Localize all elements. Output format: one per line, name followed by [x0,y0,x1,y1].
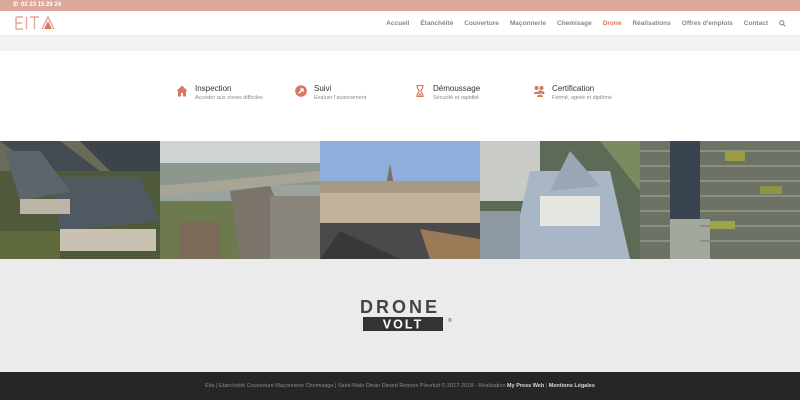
phone-contact[interactable]: ✆ 02 23 15 29 24 [13,1,61,10]
phone-number: 02 23 15 29 24 [21,2,62,8]
feature-certification: Certification Formé, agréé et diplômé [533,84,612,103]
gallery-photo-tower-roof[interactable] [480,141,640,259]
main-nav: Accueil Étanchéité Couverture Maçonnerie… [386,11,786,35]
site-header: Accueil Étanchéité Couverture Maçonnerie… [0,11,800,36]
partner-line1: DRONE [360,297,440,317]
phone-icon: ✆ [13,2,19,8]
partner-section: DRONE VOLT ® [0,259,800,372]
feature-subtitle: Sécurité et rapidité [433,95,479,101]
top-bar: ✆ 02 23 15 29 24 [0,0,800,11]
footer-link-mentions[interactable]: Mentions Légales [549,383,595,389]
footer-text: Eita | Etanchéité Couverture Maçonnerie … [205,383,506,389]
nav-offres-emplois[interactable]: Offres d'emplois [682,20,733,27]
nav-realisations[interactable]: Réalisations [632,20,670,27]
gallery-photo-roofs[interactable] [0,141,160,259]
dronevolt-logo[interactable]: DRONE VOLT ® [336,297,464,335]
nav-maconnerie[interactable]: Maçonnerie [510,20,546,27]
feature-subtitle: Formé, agréé et diplômé [552,95,612,101]
nav-etancheite[interactable]: Étanchéité [420,20,453,27]
footer-separator: | [545,383,548,389]
partner-line2: VOLT [383,318,423,332]
site-logo[interactable] [15,16,59,30]
gallery-photo-mossy-tiles[interactable] [640,141,800,259]
gallery-photo-viaduct[interactable] [160,141,320,259]
feature-subtitle: Accéder aux zones difficiles [195,95,263,101]
feature-subtitle: Evaluer l'avancement [314,95,367,101]
nav-chemisage[interactable]: Chemisage [557,20,592,27]
hourglass-icon [416,85,424,97]
feature-title: Démoussage [433,84,481,93]
nav-contact[interactable]: Contact [744,20,768,27]
photo-gallery [0,141,800,259]
features-section: Inspection Accéder aux zones difficiles … [0,51,800,140]
search-icon[interactable] [779,19,786,27]
feature-title: Certification [552,84,595,93]
nav-couverture[interactable]: Couverture [464,20,499,27]
footer-credits: Eita | Etanchéité Couverture Maçonnerie … [205,383,595,389]
nav-drone[interactable]: Drone [603,20,622,27]
feature-demoussage: Démoussage Sécurité et rapidité [414,84,480,103]
group-icon [533,86,545,97]
registered-mark: ® [448,317,452,324]
feature-inspection: Inspection Accéder aux zones difficiles [176,84,263,103]
site-footer: Eita | Etanchéité Couverture Maçonnerie … [0,372,800,400]
feature-suivi: Suivi Evaluer l'avancement [295,84,366,103]
arrow-up-right-icon [295,85,307,97]
footer-link-mypressweb[interactable]: My Press Web [507,383,544,389]
feature-title: Inspection [195,84,232,93]
house-icon [176,85,188,97]
nav-accueil[interactable]: Accueil [386,20,409,27]
feature-title: Suivi [314,84,332,93]
page-title-band [0,36,800,51]
gallery-photo-city[interactable] [320,141,480,259]
